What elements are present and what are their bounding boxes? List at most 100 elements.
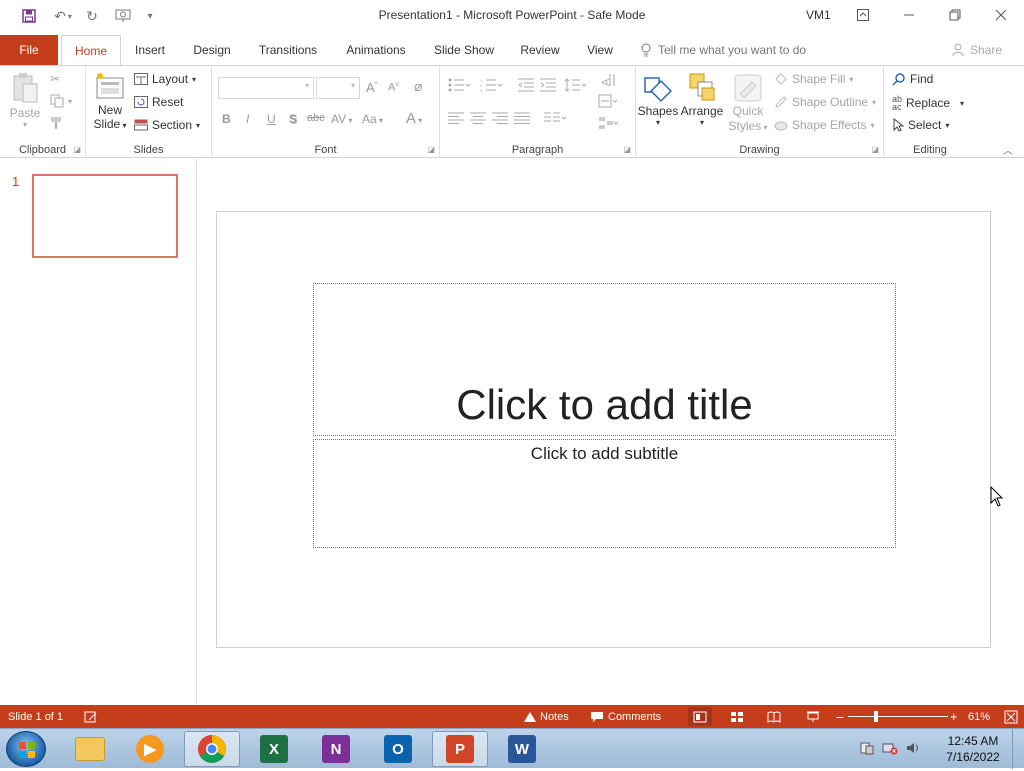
paste-button[interactable]: Paste ▾	[8, 72, 42, 129]
bold-button[interactable]: B	[222, 112, 231, 126]
numbering-icon[interactable]: 123	[480, 78, 503, 95]
format-painter-icon[interactable]	[50, 116, 64, 130]
zoom-slider[interactable]	[848, 716, 948, 717]
shadow-button[interactable]: S	[289, 112, 297, 126]
chrome-taskbar-icon[interactable]	[184, 731, 240, 767]
clear-formatting-icon[interactable]: ⌀	[414, 78, 422, 95]
slide-thumbnail[interactable]	[32, 174, 178, 258]
zoom-in-icon[interactable]: +	[950, 705, 958, 728]
tab-review[interactable]: Review	[514, 35, 566, 65]
excel-taskbar-icon[interactable]: X	[246, 731, 302, 767]
increase-indent-icon[interactable]	[540, 78, 556, 95]
title-placeholder[interactable]: Click to add title	[313, 283, 896, 436]
clock[interactable]: 12:45 AM 7/16/2022	[938, 733, 1008, 765]
align-left-icon[interactable]	[448, 112, 464, 127]
ribbon-display-options-icon[interactable]	[848, 4, 878, 26]
convert-to-smartart-icon[interactable]	[598, 116, 619, 133]
select-button[interactable]: Select ▾	[892, 118, 949, 132]
tell-me-box[interactable]: Tell me what you want to do	[640, 35, 806, 65]
paste-icon	[11, 72, 39, 104]
normal-view-icon[interactable]	[688, 707, 712, 726]
character-spacing-button[interactable]: AV ▾	[331, 112, 352, 126]
replace-button[interactable]: ab ac Replace ▾	[892, 95, 964, 112]
spell-check-icon[interactable]	[84, 705, 98, 728]
bullets-icon[interactable]	[448, 78, 471, 95]
tab-view[interactable]: View	[580, 35, 620, 65]
arrange-button[interactable]: Arrange ▾	[680, 72, 724, 127]
media-player-taskbar-icon[interactable]: ▶	[122, 731, 178, 767]
underline-button[interactable]: U	[267, 112, 276, 126]
change-case-button[interactable]: Aa ▾	[362, 112, 383, 126]
shapes-label: Shapes	[637, 104, 679, 118]
shape-effects-button[interactable]: Shape Effects ▾	[774, 118, 875, 132]
justify-icon[interactable]	[514, 112, 530, 127]
slide-canvas[interactable]: Click to add title Click to add subtitle	[216, 211, 991, 648]
zoom-out-icon[interactable]: −	[836, 705, 844, 728]
close-icon[interactable]	[986, 4, 1016, 26]
reading-view-icon[interactable]	[767, 705, 781, 728]
tab-design[interactable]: Design	[186, 35, 238, 65]
italic-button[interactable]: I	[246, 112, 249, 126]
find-label: Find	[910, 72, 934, 86]
font-launcher-icon[interactable]: ◪	[427, 145, 435, 154]
font-color-button[interactable]: A ▾	[406, 110, 422, 127]
slide-count[interactable]: Slide 1 of 1	[8, 705, 63, 728]
outlook-taskbar-icon[interactable]: O	[370, 731, 426, 767]
tab-file[interactable]: File	[0, 35, 58, 65]
zoom-level[interactable]: 61%	[968, 705, 990, 728]
slide-show-icon[interactable]	[806, 705, 820, 728]
tab-transitions[interactable]: Transitions	[252, 35, 324, 65]
tab-animations[interactable]: Animations	[338, 35, 414, 65]
tab-insert[interactable]: Insert	[128, 35, 172, 65]
align-center-icon[interactable]	[470, 112, 486, 127]
tab-home[interactable]: Home	[61, 35, 121, 66]
copy-icon[interactable]: ▾	[50, 94, 72, 108]
zoom-slider-thumb[interactable]	[874, 711, 878, 722]
user-name[interactable]: VM1	[806, 8, 831, 22]
notes-button[interactable]: Notes	[524, 705, 569, 728]
arrange-icon	[686, 72, 718, 104]
font-size-combo[interactable]: ▾	[316, 77, 360, 99]
share-button[interactable]: Share	[952, 35, 1002, 65]
shape-fill-button[interactable]: Shape Fill ▾	[774, 72, 853, 86]
decrease-indent-icon[interactable]	[518, 78, 534, 95]
cut-icon[interactable]: ✂	[50, 72, 60, 86]
start-button-icon[interactable]	[6, 731, 46, 767]
quick-styles-button[interactable]: Quick Styles ▾	[728, 72, 768, 135]
align-right-icon[interactable]	[492, 112, 508, 127]
collapse-ribbon-icon[interactable]: ︿	[1003, 142, 1013, 157]
word-taskbar-icon[interactable]: W	[494, 731, 550, 767]
tab-slide-show[interactable]: Slide Show	[428, 35, 500, 65]
shape-outline-button[interactable]: Shape Outline ▾	[774, 95, 876, 109]
comments-button[interactable]: Comments	[590, 705, 661, 728]
network-icon[interactable]	[882, 741, 898, 758]
columns-icon[interactable]	[544, 112, 568, 127]
font-name-combo[interactable]: ▾	[218, 77, 314, 99]
clipboard-launcher-icon[interactable]: ◪	[73, 145, 81, 154]
find-button[interactable]: Find	[892, 72, 933, 86]
text-direction-icon[interactable]: A	[598, 72, 618, 91]
new-slide-button[interactable]: New Slide ▾	[92, 72, 128, 131]
show-desktop-button[interactable]	[1012, 729, 1024, 769]
file-explorer-taskbar-icon[interactable]	[62, 731, 118, 767]
layout-button[interactable]: Layout ▾	[134, 72, 196, 86]
subtitle-placeholder[interactable]: Click to add subtitle	[313, 439, 896, 548]
grow-font-icon[interactable]: A^	[366, 80, 378, 95]
align-text-icon[interactable]	[598, 94, 618, 111]
shrink-font-icon[interactable]: Av	[388, 81, 399, 94]
action-center-icon[interactable]	[860, 741, 874, 758]
reset-button[interactable]: Reset	[134, 95, 183, 109]
shapes-button[interactable]: Shapes ▾	[638, 72, 678, 127]
fit-to-window-icon[interactable]	[1004, 705, 1018, 728]
slide-sorter-icon[interactable]	[730, 705, 744, 728]
section-button[interactable]: Section ▾	[134, 118, 200, 132]
minimize-icon[interactable]	[894, 4, 924, 26]
onenote-taskbar-icon[interactable]: N	[308, 731, 364, 767]
volume-icon[interactable]	[906, 741, 922, 758]
strikethrough-button[interactable]: abc	[307, 112, 325, 124]
drawing-launcher-icon[interactable]: ◪	[871, 145, 879, 154]
powerpoint-taskbar-icon[interactable]: P	[432, 731, 488, 767]
restore-icon[interactable]	[940, 4, 970, 26]
line-spacing-icon[interactable]	[564, 78, 587, 95]
paragraph-launcher-icon[interactable]: ◪	[623, 145, 631, 154]
